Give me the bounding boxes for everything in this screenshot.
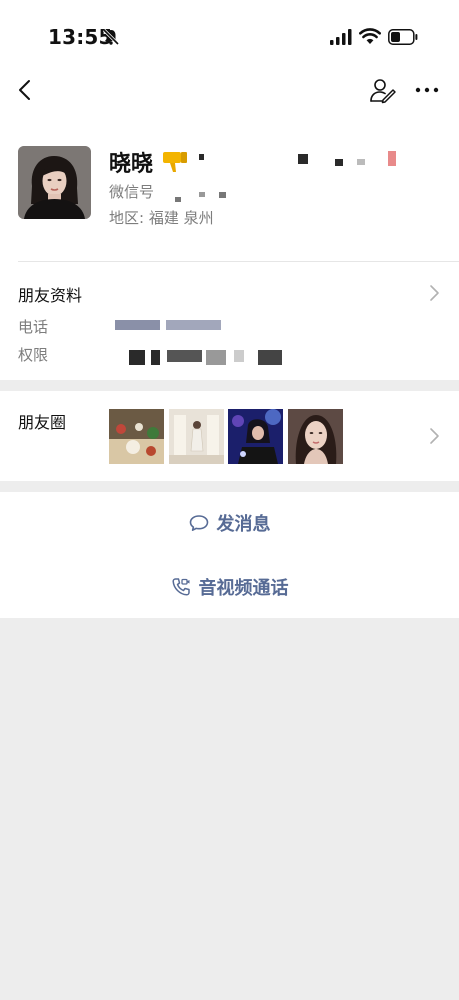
more-dots-icon[interactable] bbox=[414, 80, 440, 100]
moments-thumbnail bbox=[288, 409, 343, 464]
mosaic-mark bbox=[199, 192, 205, 197]
edit-contact-icon[interactable] bbox=[368, 76, 398, 106]
chevron-right-icon bbox=[430, 428, 439, 444]
permission-label: 权限 bbox=[18, 346, 49, 364]
mosaic-mark bbox=[206, 350, 226, 365]
phone-video-icon bbox=[171, 578, 190, 596]
mosaic-mark bbox=[129, 350, 145, 365]
send-message-button[interactable]: 发消息 bbox=[0, 492, 459, 554]
mosaic-mark bbox=[298, 154, 308, 164]
mosaic-mark bbox=[151, 350, 160, 365]
moments-thumbnail bbox=[228, 409, 283, 464]
mosaic-mark bbox=[258, 350, 282, 365]
avatar[interactable] bbox=[18, 146, 91, 219]
video-call-label: 音视频通话 bbox=[198, 578, 289, 599]
chevron-right-icon bbox=[430, 285, 439, 301]
mosaic-mark bbox=[234, 350, 244, 362]
signal-icon bbox=[330, 29, 352, 45]
mosaic-mark bbox=[199, 154, 204, 160]
profile-header: 晓晓 微信号 地区: 福建 泉州 bbox=[0, 130, 459, 262]
bell-slash-icon bbox=[102, 28, 120, 46]
mosaic-mark bbox=[357, 159, 365, 165]
moments-thumbnail bbox=[109, 409, 164, 464]
thumbs-down-icon bbox=[163, 152, 187, 172]
contact-name: 晓晓 bbox=[109, 152, 154, 177]
chat-bubble-icon bbox=[189, 515, 208, 531]
region-text: 地区: 福建 泉州 bbox=[109, 209, 214, 227]
phone-label: 电话 bbox=[18, 318, 49, 336]
mosaic-mark bbox=[167, 350, 202, 362]
mosaic-mark bbox=[166, 320, 221, 330]
video-call-button[interactable]: 音视频通话 bbox=[0, 556, 459, 618]
status-bar: 13:55 bbox=[0, 0, 459, 74]
friend-info-section[interactable]: 朋友资料 电话 权限 bbox=[0, 262, 459, 380]
actions-section: 发消息 音视频通话 bbox=[0, 492, 459, 618]
mosaic-mark bbox=[175, 197, 181, 202]
mosaic-mark bbox=[219, 192, 226, 198]
moments-section[interactable]: 朋友圈 bbox=[0, 391, 459, 481]
nav-bar bbox=[0, 74, 459, 130]
send-message-label: 发消息 bbox=[216, 514, 271, 535]
wechat-id-label: 微信号 bbox=[109, 183, 155, 201]
chevron-left-icon[interactable] bbox=[14, 78, 38, 102]
mosaic-mark bbox=[388, 151, 396, 166]
moments-title: 朋友圈 bbox=[18, 413, 67, 432]
friend-info-title: 朋友资料 bbox=[18, 286, 83, 305]
mosaic-mark bbox=[335, 159, 343, 166]
battery-icon bbox=[388, 29, 418, 45]
wifi-icon bbox=[359, 28, 381, 44]
mosaic-mark bbox=[115, 320, 160, 330]
moments-thumbnail bbox=[169, 409, 224, 464]
